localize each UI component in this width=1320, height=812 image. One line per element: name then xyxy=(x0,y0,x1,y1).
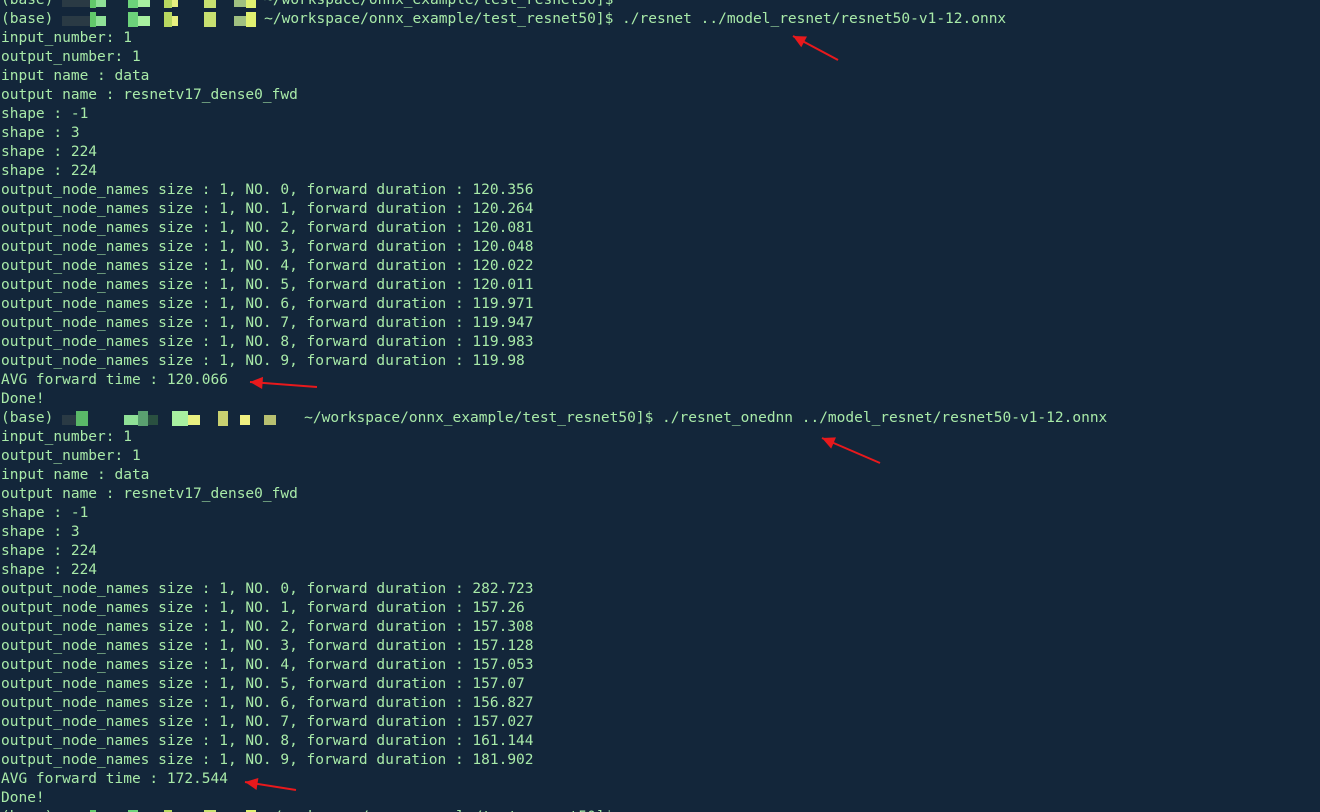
working-directory: ~/workspace/onnx_example/test_resnet50]$ xyxy=(304,410,654,426)
output-line: shape : 3 xyxy=(1,124,1320,143)
output-text: output_node_names size : 1, NO. 3, forwa… xyxy=(1,638,534,654)
prompt-line: (base) ~/workspace/onnx_example/test_res… xyxy=(1,409,1320,428)
working-directory: ~/workspace/onnx_example/test_resnet50]$ xyxy=(264,11,614,27)
output-text: output_node_names size : 1, NO. 9, forwa… xyxy=(1,752,534,768)
output-text: output_node_names size : 1, NO. 0, forwa… xyxy=(1,182,534,198)
output-text: input name : data xyxy=(1,467,150,483)
redacted-hostname xyxy=(62,808,264,812)
output-line: output_node_names size : 1, NO. 5, forwa… xyxy=(1,276,1320,295)
output-line: output_node_names size : 1, NO. 2, forwa… xyxy=(1,618,1320,637)
output-line: shape : -1 xyxy=(1,105,1320,124)
output-line: shape : 224 xyxy=(1,143,1320,162)
output-text: input name : data xyxy=(1,68,150,84)
output-line: output_node_names size : 1, NO. 4, forwa… xyxy=(1,257,1320,276)
output-text: output_node_names size : 1, NO. 4, forwa… xyxy=(1,657,534,673)
output-text: shape : 224 xyxy=(1,543,98,559)
output-text: AVG forward time : 120.066 xyxy=(1,372,228,388)
output-line: output_node_names size : 1, NO. 9, forwa… xyxy=(1,751,1320,770)
output-text: Done! xyxy=(1,790,45,806)
output-line: output_node_names size : 1, NO. 4, forwa… xyxy=(1,656,1320,675)
prompt-line: (base) ~/workspace/onnx_example/test_res… xyxy=(1,10,1320,29)
output-line: shape : -1 xyxy=(1,504,1320,523)
output-line: shape : 224 xyxy=(1,542,1320,561)
output-line: input name : data xyxy=(1,67,1320,86)
output-text: shape : -1 xyxy=(1,505,89,521)
output-line: output_number: 1 xyxy=(1,447,1320,466)
output-text: output_node_names size : 1, NO. 5, forwa… xyxy=(1,676,525,692)
output-text: output_node_names size : 1, NO. 1, forwa… xyxy=(1,600,525,616)
output-text: input_number: 1 xyxy=(1,30,132,46)
output-text: shape : 224 xyxy=(1,144,98,160)
output-text: output_node_names size : 1, NO. 7, forwa… xyxy=(1,315,534,331)
output-text: shape : 224 xyxy=(1,562,98,578)
output-text: output name : resnetv17_dense0_fwd xyxy=(1,486,298,502)
output-line: output_number: 1 xyxy=(1,48,1320,67)
prompt-line: (base) ~/workspace/onnx_example/test_res… xyxy=(1,0,1320,10)
output-line: input_number: 1 xyxy=(1,29,1320,48)
output-line: shape : 224 xyxy=(1,561,1320,580)
output-line: shape : 224 xyxy=(1,162,1320,181)
output-line: output name : resnetv17_dense0_fwd xyxy=(1,485,1320,504)
output-line: output_node_names size : 1, NO. 5, forwa… xyxy=(1,675,1320,694)
working-directory: ~/workspace/onnx_example/test_resnet50]$ xyxy=(264,0,614,8)
output-text: output_node_names size : 1, NO. 0, forwa… xyxy=(1,581,534,597)
command-text: ./resnet_onednn ../model_resnet/resnet50… xyxy=(653,410,1108,426)
output-line: AVG forward time : 172.544 xyxy=(1,770,1320,789)
output-line: output_node_names size : 1, NO. 8, forwa… xyxy=(1,732,1320,751)
output-line: AVG forward time : 120.066 xyxy=(1,371,1320,390)
redacted-hostname xyxy=(62,10,264,29)
output-text: output_node_names size : 1, NO. 3, forwa… xyxy=(1,239,534,255)
output-line: output_node_names size : 1, NO. 2, forwa… xyxy=(1,219,1320,238)
output-line: output_node_names size : 1, NO. 0, forwa… xyxy=(1,580,1320,599)
output-line: output_node_names size : 1, NO. 1, forwa… xyxy=(1,200,1320,219)
output-text: shape : 3 xyxy=(1,524,80,540)
output-line: output_node_names size : 1, NO. 9, forwa… xyxy=(1,352,1320,371)
output-text: input_number: 1 xyxy=(1,429,132,445)
output-text: Done! xyxy=(1,391,45,407)
conda-env-label: (base) xyxy=(1,410,54,426)
output-line: Done! xyxy=(1,789,1320,808)
output-line: output_node_names size : 1, NO. 6, forwa… xyxy=(1,295,1320,314)
conda-env-label: (base) xyxy=(1,0,54,8)
command-text: ./resnet ../model_resnet/resnet50-v1-12.… xyxy=(613,11,1007,27)
output-text: output_node_names size : 1, NO. 6, forwa… xyxy=(1,296,534,312)
redacted-hostname xyxy=(62,0,264,10)
output-text: output_number: 1 xyxy=(1,49,141,65)
output-text: output_node_names size : 1, NO. 2, forwa… xyxy=(1,220,534,236)
output-line: output_node_names size : 1, NO. 7, forwa… xyxy=(1,314,1320,333)
output-text: output_node_names size : 1, NO. 9, forwa… xyxy=(1,353,525,369)
output-line: output_node_names size : 1, NO. 3, forwa… xyxy=(1,238,1320,257)
output-line: output_node_names size : 1, NO. 3, forwa… xyxy=(1,637,1320,656)
output-text: shape : 224 xyxy=(1,163,98,179)
redacted-hostname xyxy=(62,409,304,428)
output-line: output_node_names size : 1, NO. 6, forwa… xyxy=(1,694,1320,713)
conda-env-label: (base) xyxy=(1,11,54,27)
output-line: output_node_names size : 1, NO. 8, forwa… xyxy=(1,333,1320,352)
output-text: output_number: 1 xyxy=(1,448,141,464)
output-line: output_node_names size : 1, NO. 7, forwa… xyxy=(1,713,1320,732)
output-line: input name : data xyxy=(1,466,1320,485)
output-line: Done! xyxy=(1,390,1320,409)
output-line: input_number: 1 xyxy=(1,428,1320,447)
output-text: output_node_names size : 1, NO. 7, forwa… xyxy=(1,714,534,730)
output-text: shape : 3 xyxy=(1,125,80,141)
output-line: output name : resnetv17_dense0_fwd xyxy=(1,86,1320,105)
output-text: output name : resnetv17_dense0_fwd xyxy=(1,87,298,103)
output-text: output_node_names size : 1, NO. 5, forwa… xyxy=(1,277,534,293)
terminal-output: (base) ~/workspace/onnx_example/test_res… xyxy=(1,0,1320,812)
output-text: output_node_names size : 1, NO. 8, forwa… xyxy=(1,733,534,749)
terminal-window[interactable]: (base) ~/workspace/onnx_example/test_res… xyxy=(0,0,1320,812)
prompt-line: (base) ~/workspace/onnx_example/test_res… xyxy=(1,808,1320,812)
output-text: output_node_names size : 1, NO. 4, forwa… xyxy=(1,258,534,274)
output-text: output_node_names size : 1, NO. 8, forwa… xyxy=(1,334,534,350)
output-line: output_node_names size : 1, NO. 1, forwa… xyxy=(1,599,1320,618)
output-text: AVG forward time : 172.544 xyxy=(1,771,228,787)
output-line: shape : 3 xyxy=(1,523,1320,542)
output-text: shape : -1 xyxy=(1,106,89,122)
output-text: output_node_names size : 1, NO. 2, forwa… xyxy=(1,619,534,635)
output-text: output_node_names size : 1, NO. 6, forwa… xyxy=(1,695,534,711)
output-text: output_node_names size : 1, NO. 1, forwa… xyxy=(1,201,534,217)
output-line: output_node_names size : 1, NO. 0, forwa… xyxy=(1,181,1320,200)
